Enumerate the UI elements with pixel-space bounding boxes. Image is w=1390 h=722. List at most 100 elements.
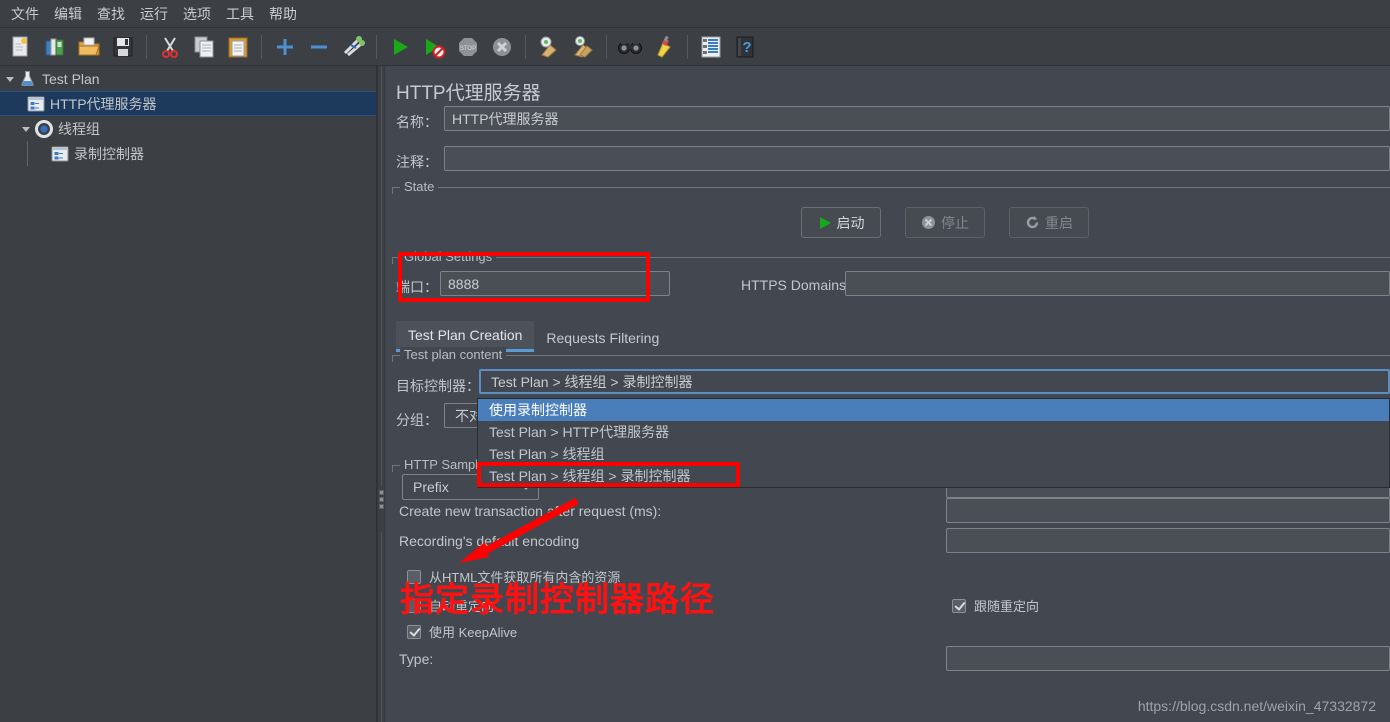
https-domains-input[interactable] <box>845 271 1390 296</box>
tree-node-label: HTTP代理服务器 <box>50 95 157 112</box>
toolbar: STOP ? <box>0 28 1390 66</box>
dropdown-item-thread-group-recording-controller[interactable]: Test Plan > 线程组 > 录制控制器 <box>478 465 1389 487</box>
name-input[interactable]: HTTP代理服务器 <box>444 106 1390 131</box>
search-icon[interactable] <box>613 30 647 64</box>
stop-button[interactable]: 停止 <box>905 207 985 238</box>
toggle-icon[interactable] <box>336 30 370 64</box>
paste-icon[interactable] <box>221 30 255 64</box>
menu-file[interactable]: 文件 <box>4 1 46 27</box>
tree-node-label: Test Plan <box>42 70 100 87</box>
http-proxy-server-panel: HTTP代理服务器 名称： HTTP代理服务器 注释： State 启动 停止 <box>385 66 1390 722</box>
save-icon[interactable] <box>106 30 140 64</box>
target-controller-combobox[interactable]: Test Plan > 线程组 > 录制控制器 <box>479 369 1390 394</box>
thread-group-icon <box>34 119 53 138</box>
splitter-line-bottom <box>381 532 382 722</box>
menu-help[interactable]: 帮助 <box>262 1 304 27</box>
svg-text:?: ? <box>742 39 751 56</box>
comment-input[interactable] <box>444 146 1390 171</box>
toolbar-separator <box>687 34 688 59</box>
group-edge <box>392 356 393 362</box>
restart-button[interactable]: 重启 <box>1009 207 1089 238</box>
copy-icon[interactable] <box>187 30 221 64</box>
new-file-icon[interactable] <box>4 30 38 64</box>
minus-icon[interactable] <box>302 30 336 64</box>
toolbar-separator <box>606 34 607 59</box>
type-input[interactable] <box>946 646 1390 671</box>
menu-bar: 文件 编辑 查找 运行 选项 工具 帮助 <box>0 0 1390 28</box>
shutdown-icon[interactable] <box>485 30 519 64</box>
dropdown-item-thread-group[interactable]: Test Plan > 线程组 <box>478 443 1389 465</box>
tree-node-recording-controller[interactable]: 录制控制器 <box>0 141 376 166</box>
group-edge <box>392 466 393 472</box>
https-domains-label: HTTPS Domains: <box>741 277 850 293</box>
checkbox-box[interactable] <box>952 598 966 613</box>
expander-collapse-icon[interactable] <box>2 66 18 91</box>
test-plan-icon <box>18 69 37 88</box>
dropdown-item-use-recording-controller[interactable]: 使用录制控制器 <box>478 399 1389 421</box>
checkbox-follow-redirects[interactable]: 跟随重定向 <box>952 596 1039 615</box>
target-controller-label: 目标控制器： <box>396 378 480 394</box>
reset-search-icon[interactable] <box>647 30 681 64</box>
test-plan-tree[interactable]: Test Plan HTTP代理服务器 线程组 录制控制器 <box>0 66 377 722</box>
help-icon[interactable]: ? <box>728 30 762 64</box>
recording-encoding-input[interactable] <box>946 528 1390 553</box>
clear-icon[interactable] <box>532 30 566 64</box>
cut-icon[interactable] <box>153 30 187 64</box>
stop-icon[interactable]: STOP <box>451 30 485 64</box>
checkbox-label: 跟随重定向 <box>974 599 1040 614</box>
watermark: https://blog.csdn.net/weixin_47332872 <box>1137 698 1376 714</box>
start-no-pauses-icon[interactable] <box>417 30 451 64</box>
menu-options[interactable]: 选项 <box>176 1 218 27</box>
plus-icon[interactable] <box>268 30 302 64</box>
target-controller-dropdown[interactable]: 使用录制控制器 Test Plan > HTTP代理服务器 Test Plan … <box>477 398 1390 488</box>
type-label: Type: <box>399 651 434 667</box>
menu-search[interactable]: 查找 <box>90 1 132 27</box>
name-label: 名称： <box>396 114 438 130</box>
toolbar-separator <box>376 34 377 59</box>
start-button-label: 启动 <box>836 214 865 231</box>
tree-node-thread-group[interactable]: 线程组 <box>0 116 376 141</box>
tab-requests-filtering[interactable]: Requests Filtering <box>534 324 671 352</box>
start-button[interactable]: 启动 <box>801 207 881 238</box>
menu-tools[interactable]: 工具 <box>219 1 261 27</box>
dropdown-item-http-proxy-server[interactable]: Test Plan > HTTP代理服务器 <box>478 421 1389 443</box>
tree-node-label: 录制控制器 <box>74 145 144 162</box>
checkbox-use-keepalive[interactable]: 使用 KeepAlive <box>407 622 517 641</box>
test-plan-content-group-label: Test plan content <box>400 347 507 362</box>
port-input[interactable]: 8888 <box>440 271 670 296</box>
menu-run[interactable]: 运行 <box>133 1 175 27</box>
templates-icon[interactable] <box>38 30 72 64</box>
start-triangle-icon <box>819 216 831 229</box>
tree-node-label: 线程组 <box>58 120 100 137</box>
target-controller-value: Test Plan > 线程组 > 录制控制器 <box>491 373 693 390</box>
splitter-line-top <box>381 66 382 486</box>
state-group-label: State <box>400 179 439 194</box>
function-helper-icon[interactable] <box>694 30 728 64</box>
group-edge <box>392 258 393 264</box>
tree-node-http-proxy-server[interactable]: HTTP代理服务器 <box>0 91 376 116</box>
tree-node-test-plan[interactable]: Test Plan <box>0 66 376 91</box>
toolbar-separator <box>146 34 147 59</box>
prefix-value: Prefix <box>413 479 449 495</box>
menu-edit[interactable]: 编辑 <box>47 1 89 27</box>
pane-splitter[interactable] <box>377 66 385 722</box>
clear-all-icon[interactable] <box>566 30 600 64</box>
recording-encoding-label: Recording's default encoding <box>399 533 580 549</box>
tree-guide-line <box>27 141 28 166</box>
restart-arrow-icon <box>1026 216 1039 229</box>
start-icon[interactable] <box>383 30 417 64</box>
stop-button-label: 停止 <box>941 214 969 231</box>
state-group: State <box>392 179 1390 252</box>
grouping-label: 分组： <box>396 412 438 428</box>
open-folder-icon[interactable] <box>72 30 106 64</box>
create-transaction-input[interactable] <box>946 498 1390 523</box>
checkbox-box[interactable] <box>407 624 421 639</box>
toolbar-separator <box>261 34 262 59</box>
stop-circle-icon <box>922 216 935 229</box>
port-label: 端口： <box>396 279 438 295</box>
http-sampler-group-label: HTTP Sample <box>400 457 490 472</box>
svg-text:STOP: STOP <box>460 46 476 52</box>
expander-collapse-icon[interactable] <box>18 116 34 141</box>
create-transaction-label: Create new transaction after request (ms… <box>399 503 662 519</box>
comment-label: 注释： <box>396 154 438 170</box>
